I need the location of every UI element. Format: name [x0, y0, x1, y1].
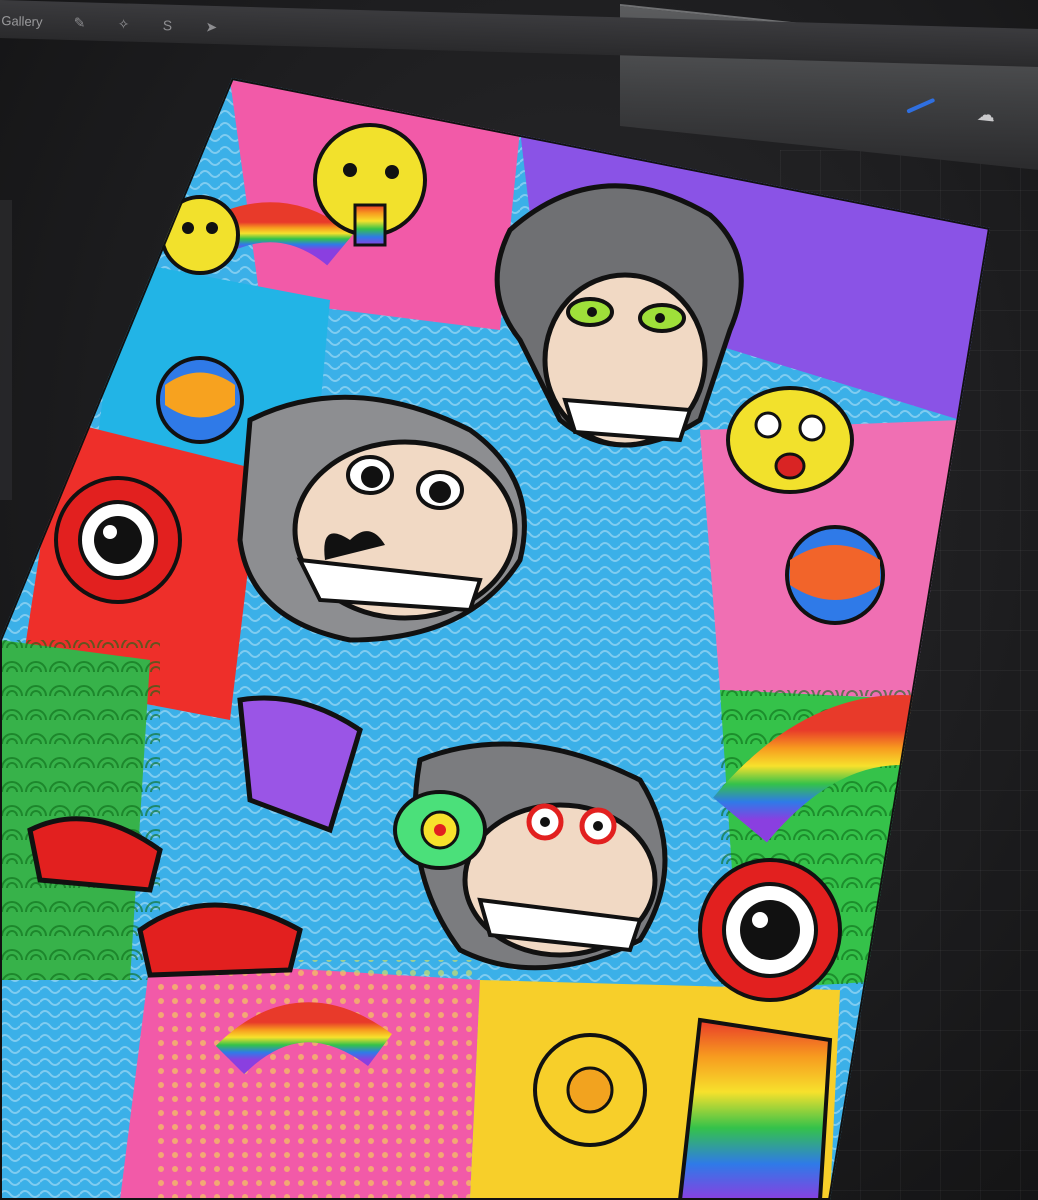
- doodle-art: [0, 78, 990, 1200]
- artwork-canvas[interactable]: [0, 0, 1038, 1200]
